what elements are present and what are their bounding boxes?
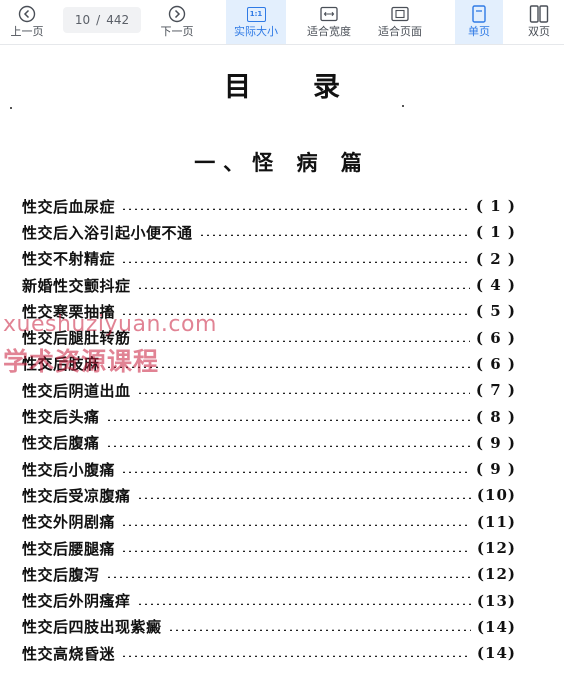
toc-entry[interactable]: 性交后受凉腹痛 (10) [22,482,516,508]
scan-speck [10,107,12,109]
toc-entry-title: 性交后入浴引起小便不通 [22,223,193,242]
toc-entry[interactable]: 性交后腰腿痛 (12) [22,535,516,561]
toc-entry[interactable]: 性交高烧昏迷 (14) [22,640,516,666]
toc-entry-page: ( 8 ) [475,407,516,426]
chevron-left-circle-icon [18,4,36,24]
toc-leader-dots [121,260,470,263]
toc-leader-dots [136,339,470,342]
toc-leader-dots [121,550,471,552]
toc-leader-dots [136,392,470,395]
prev-page-button[interactable]: 上一页 [4,0,50,44]
table-of-contents: 性交后血尿症 ( 1 ) 性交后入浴引起小便不通 ( 1 ) 性交不射精症 ( 2 ) 新婚… [22,193,516,666]
double-page-icon [529,4,549,24]
fit-page-button[interactable]: 适合页面 [370,0,430,44]
fit-page-icon [391,4,409,24]
toc-entry-page: ( 9 ) [475,460,516,479]
toc-entry[interactable]: 性交后小腹痛 ( 9 ) [22,456,516,482]
toc-entry-page: ( 5 ) [475,302,516,321]
toc-leader-dots [121,523,471,526]
toc-entry[interactable]: 性交后头痛 ( 8 ) [22,403,516,429]
toc-leader-dots [198,234,470,237]
toc-entry-page: ( 9 ) [475,433,516,452]
scan-speck [402,105,404,107]
toc-entry-page: ( 1 ) [475,223,516,242]
actual-size-icon: 1:1 [246,4,266,24]
toc-entry[interactable]: 性交后腹痛 ( 9 ) [22,430,516,456]
toc-entry-page: (11) [476,512,516,531]
toc-entry-title: 性交外阴剧痛 [22,513,116,532]
fit-width-label: 适合宽度 [307,25,351,38]
chevron-right-circle-icon [168,4,186,24]
toc-entry-page: (14) [476,617,516,636]
toc-entry-page: (10) [476,486,516,505]
toc-leader-dots [136,602,471,605]
toc-entry-title: 性交不射精症 [22,250,116,269]
toc-entry[interactable]: 性交后入浴引起小便不通 ( 1 ) [22,219,516,245]
toc-entry[interactable]: 性交后腹泻 (12) [22,561,516,587]
toc-leader-dots [105,365,470,368]
toc-entry-title: 性交后腹泻 [22,565,100,584]
reader-toolbar: 上一页 10 / 442 下一页 1:1 实际大小 适合宽度 适合页面 单页 双… [0,0,564,45]
toc-entry-page: (13) [476,591,516,610]
toc-entry[interactable]: 性交不射精症 ( 2 ) [22,246,516,272]
next-page-button[interactable]: 下一页 [154,0,200,44]
toc-leader-dots [167,628,471,631]
toc-entry-page: ( 1 ) [475,197,516,216]
watermark-text: 学术资源课程 [3,347,160,376]
toc-leader-dots [105,444,470,447]
toc-entry-title: 新婚性交颤抖症 [22,276,131,295]
toc-entry-title: 性交后腹痛 [22,434,100,453]
next-page-label: 下一页 [160,25,194,38]
actual-size-label: 实际大小 [234,25,278,38]
toc-entry-title: 性交后受凉腹痛 [22,486,131,505]
actual-size-button[interactable]: 1:1 实际大小 [226,0,286,44]
current-page-number[interactable]: 10 [75,13,90,27]
toc-entry-title: 性交后小腹痛 [22,460,116,479]
section-heading: 一、怪 病 篇 [194,151,370,175]
page-separator: / [96,13,101,27]
toc-entry-page: ( 6 ) [475,354,516,373]
toc-leader-dots [105,418,470,421]
toc-entry[interactable]: 性交后外阴瘙痒 (13) [22,587,516,613]
toc-entry[interactable]: 性交外阴剧痛 (11) [22,509,516,535]
toc-entry-page: ( 2 ) [475,249,516,268]
toc-entry-title: 性交后头痛 [22,408,100,427]
fit-width-icon [320,4,338,24]
toc-leader-dots [121,208,470,211]
fit-width-button[interactable]: 适合宽度 [300,0,358,44]
toc-leader-dots [105,576,471,579]
double-page-button[interactable]: 双页 [516,0,562,44]
single-page-icon [471,4,487,24]
toc-entry[interactable]: 性交后四肢出现紫癜 (14) [22,614,516,640]
toc-entry-title: 性交高烧昏迷 [22,644,116,663]
actual-size-icon-text: 1:1 [246,6,266,22]
toc-entry-page: ( 6 ) [475,328,516,347]
toc-entry[interactable]: 性交后阴道出血 ( 7 ) [22,377,516,403]
toc-entry-page: (12) [476,539,516,557]
toc-entry-title: 性交后四肢出现紫癜 [22,618,162,637]
toc-entry-page: ( 7 ) [475,381,516,400]
prev-page-label: 上一页 [10,25,44,38]
toc-entry[interactable]: 性交后血尿症 ( 1 ) [22,193,516,219]
toc-entry-page: ( 4 ) [475,276,516,295]
watermark-url: xueshuziyuan.com [3,312,217,337]
toc-entry-title: 性交后外阴瘙痒 [22,592,131,611]
double-page-label: 双页 [528,25,550,38]
toc-entry-page: (12) [476,565,516,584]
toc-leader-dots [136,497,471,500]
toc-entry-title: 性交后血尿症 [22,197,116,216]
toc-entry-title: 性交后腰腿痛 [22,539,116,558]
page-title: 目录 [224,72,402,103]
toc-entry-page: (14) [476,644,516,663]
single-page-button[interactable]: 单页 [455,0,503,44]
toc-leader-dots [121,471,470,474]
fit-page-label: 适合页面 [378,25,422,38]
toc-entry-title: 性交后阴道出血 [22,381,131,400]
toc-entry[interactable]: 新婚性交颤抖症 ( 4 ) [22,272,516,298]
page-indicator[interactable]: 10 / 442 [63,7,141,33]
total-pages: 442 [106,13,130,27]
toc-leader-dots [121,655,471,658]
toc-leader-dots [136,287,470,290]
single-page-label: 单页 [468,25,490,38]
